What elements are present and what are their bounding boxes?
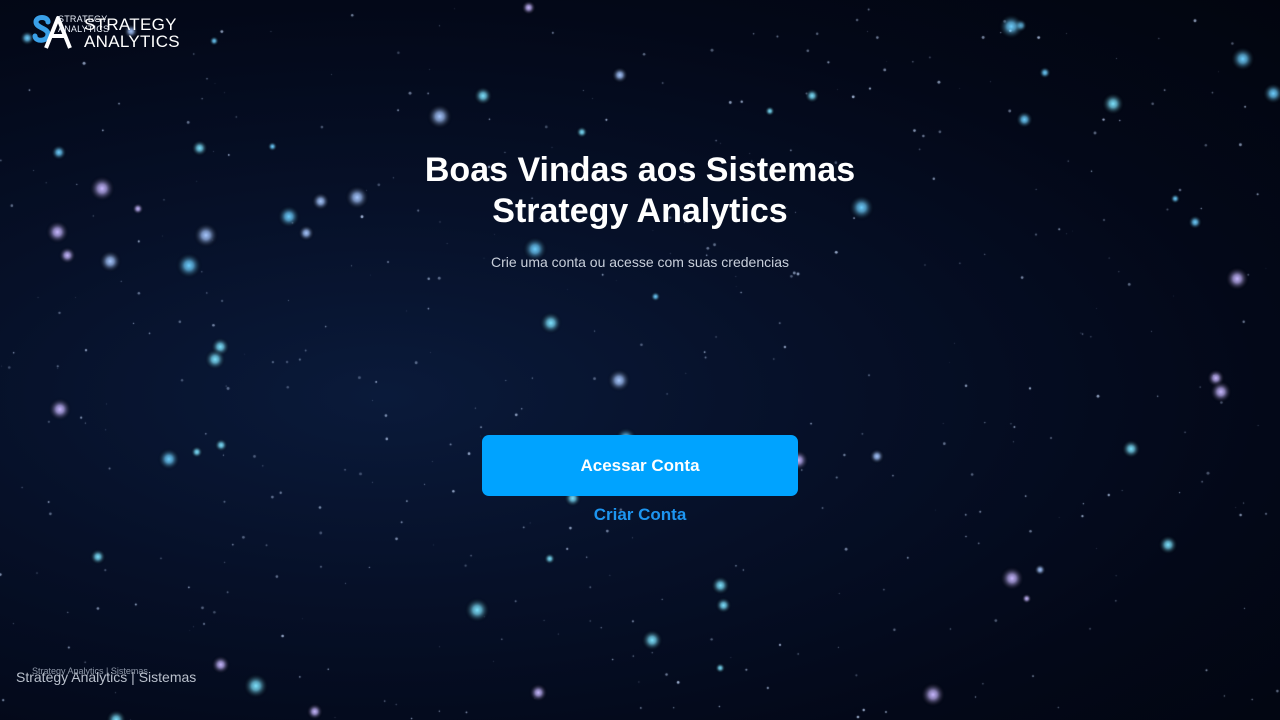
starfield-background (0, 0, 1280, 720)
page-subtitle: Crie uma conta ou acesse com suas creden… (490, 254, 790, 270)
hero-section: Boas Vindas aos Sistemas Strategy Analyt… (340, 150, 940, 270)
page-title-line2: Strategy Analytics (492, 192, 788, 230)
login-button[interactable]: Acessar Conta (482, 435, 798, 496)
logo-wordmark-line1: STRATEGY (84, 15, 177, 34)
logo-wordmark: STRATEGY ANALYTICS (84, 16, 180, 50)
page-title: Boas Vindas aos Sistemas Strategy Analyt… (340, 150, 940, 232)
signup-link[interactable]: Criar Conta (482, 505, 798, 525)
logo-wordmark-line2: ANALYTICS (84, 32, 180, 51)
footer-text: Strategy Analytics | Sistemas (16, 669, 197, 685)
brand-logo[interactable]: STRATEGY ANALYTICS STRATEGY ANALYTICS (32, 14, 192, 54)
page-title-line1: Boas Vindas aos Sistemas (424, 151, 856, 189)
